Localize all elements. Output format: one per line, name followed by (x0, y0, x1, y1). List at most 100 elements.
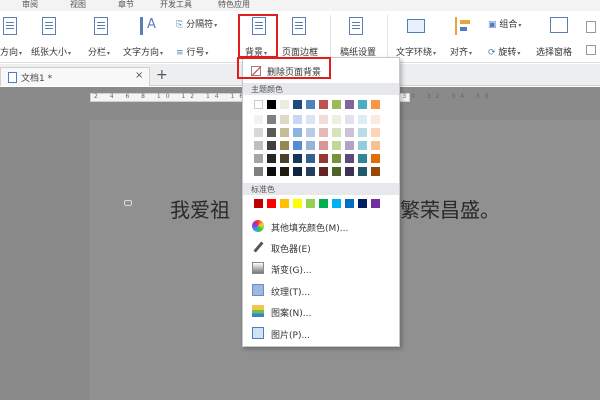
theme-color-swatch[interactable] (306, 100, 315, 109)
gradient-item[interactable]: 渐变(G)... (243, 258, 399, 278)
more-icon-2[interactable] (586, 45, 596, 55)
theme-shade-swatch[interactable] (267, 141, 276, 150)
standard-color-swatch[interactable] (345, 199, 354, 208)
tab-review[interactable]: 审阅 (22, 0, 38, 10)
standard-color-swatch[interactable] (280, 199, 289, 208)
add-tab-button[interactable]: + (156, 67, 168, 83)
theme-shade-swatch[interactable] (345, 167, 354, 176)
tab-developer[interactable]: 开发工具 (160, 0, 192, 10)
theme-shade-swatch[interactable] (332, 141, 341, 150)
more-icon[interactable] (586, 21, 596, 33)
theme-shade-swatch[interactable] (280, 167, 289, 176)
theme-shade-swatch[interactable] (358, 115, 367, 124)
theme-shade-swatch[interactable] (319, 128, 328, 137)
standard-color-swatch[interactable] (267, 199, 276, 208)
theme-color-swatch[interactable] (267, 100, 276, 109)
tab-view[interactable]: 视图 (70, 0, 86, 10)
theme-shade-swatch[interactable] (254, 167, 263, 176)
standard-color-swatch[interactable] (319, 199, 328, 208)
theme-shade-swatch[interactable] (267, 154, 276, 163)
picture-item[interactable]: 图片(P)... (243, 323, 399, 343)
standard-color-swatch[interactable] (332, 199, 341, 208)
theme-shade-swatch[interactable] (293, 167, 302, 176)
orientation-button[interactable]: 方向▾ (0, 45, 22, 58)
columns-button[interactable]: 分栏▾ (88, 45, 110, 58)
theme-shade-swatch[interactable] (306, 141, 315, 150)
theme-shade-swatch[interactable] (293, 154, 302, 163)
texture-item[interactable]: 纹理(T)... (243, 280, 399, 300)
standard-color-swatch[interactable] (306, 199, 315, 208)
theme-shade-swatch[interactable] (332, 167, 341, 176)
theme-shade-swatch[interactable] (254, 154, 263, 163)
more-fill-colors-item[interactable]: 其他填充颜色(M)... (243, 216, 399, 236)
theme-shade-swatch[interactable] (280, 141, 289, 150)
theme-shade-swatch[interactable] (332, 154, 341, 163)
theme-shade-swatch[interactable] (280, 115, 289, 124)
theme-shade-swatch[interactable] (332, 115, 341, 124)
document-text-continued[interactable]: 繁荣昌盛。 (400, 194, 500, 223)
pattern-item[interactable]: 图案(N)... (243, 301, 399, 321)
theme-shade-swatch[interactable] (280, 128, 289, 137)
theme-color-swatch[interactable] (280, 100, 289, 109)
line-number-button[interactable]: ≡ 行号▾ (176, 45, 208, 58)
theme-shade-swatch[interactable] (254, 141, 263, 150)
theme-shade-swatch[interactable] (332, 128, 341, 137)
theme-color-swatch[interactable] (345, 100, 354, 109)
theme-shade-swatch[interactable] (319, 115, 328, 124)
theme-color-swatch[interactable] (358, 100, 367, 109)
background-highlight-box (238, 14, 278, 58)
document-text[interactable]: 我爱祖 (170, 194, 230, 223)
theme-shade-swatch[interactable] (345, 128, 354, 137)
theme-color-swatch[interactable] (254, 100, 263, 109)
theme-shade-swatch[interactable] (254, 128, 263, 137)
document-tab[interactable]: 文档1 * × (0, 67, 150, 86)
standard-color-swatch[interactable] (293, 199, 302, 208)
theme-shade-swatch[interactable] (358, 167, 367, 176)
text-direction-button[interactable]: 文字方向▾ (123, 45, 163, 58)
theme-shade-swatch[interactable] (306, 167, 315, 176)
theme-shade-swatch[interactable] (319, 167, 328, 176)
group-button[interactable]: ▣ 组合▾ (488, 17, 521, 30)
align-button[interactable]: 对齐▾ (450, 45, 472, 58)
theme-shade-swatch[interactable] (371, 154, 380, 163)
theme-shade-swatch[interactable] (267, 167, 276, 176)
theme-shade-swatch[interactable] (280, 154, 289, 163)
paper-size-button[interactable]: 纸张大小▾ (31, 45, 71, 58)
tab-chapter[interactable]: 章节 (118, 0, 134, 10)
eyedropper-item[interactable]: 取色器(E) (243, 237, 399, 257)
theme-shade-swatch[interactable] (306, 115, 315, 124)
theme-shade-swatch[interactable] (371, 115, 380, 124)
theme-shade-swatch[interactable] (358, 128, 367, 137)
theme-shade-swatch[interactable] (267, 115, 276, 124)
theme-shade-swatch[interactable] (371, 141, 380, 150)
tab-special[interactable]: 特色应用 (218, 0, 250, 10)
theme-shade-swatch[interactable] (319, 154, 328, 163)
text-wrap-button[interactable]: 文字环绕▾ (396, 45, 436, 58)
theme-shade-swatch[interactable] (267, 128, 276, 137)
standard-color-swatch[interactable] (358, 199, 367, 208)
close-tab-icon[interactable]: × (135, 70, 143, 81)
break-button[interactable]: ⎘ 分隔符▾ (176, 17, 217, 30)
theme-shade-swatch[interactable] (358, 141, 367, 150)
theme-shade-swatch[interactable] (345, 115, 354, 124)
theme-shade-swatch[interactable] (306, 128, 315, 137)
theme-shade-swatch[interactable] (293, 141, 302, 150)
theme-color-swatch[interactable] (319, 100, 328, 109)
theme-shade-swatch[interactable] (371, 128, 380, 137)
theme-shade-swatch[interactable] (345, 154, 354, 163)
theme-shade-swatch[interactable] (345, 141, 354, 150)
theme-shade-swatch[interactable] (371, 167, 380, 176)
theme-color-swatch[interactable] (332, 100, 341, 109)
theme-shade-swatch[interactable] (358, 154, 367, 163)
theme-shade-swatch[interactable] (254, 115, 263, 124)
rotate-button[interactable]: ⟳ 旋转▾ (488, 45, 520, 58)
standard-color-swatch[interactable] (371, 199, 380, 208)
standard-color-swatch[interactable] (254, 199, 263, 208)
theme-shade-swatch[interactable] (293, 115, 302, 124)
theme-shade-swatch[interactable] (319, 141, 328, 150)
theme-shade-swatch[interactable] (293, 128, 302, 137)
theme-shade-swatch[interactable] (306, 154, 315, 163)
theme-color-swatch[interactable] (371, 100, 380, 109)
theme-color-swatch[interactable] (293, 100, 302, 109)
select-pane-button[interactable]: 选择窗格 (536, 45, 572, 58)
